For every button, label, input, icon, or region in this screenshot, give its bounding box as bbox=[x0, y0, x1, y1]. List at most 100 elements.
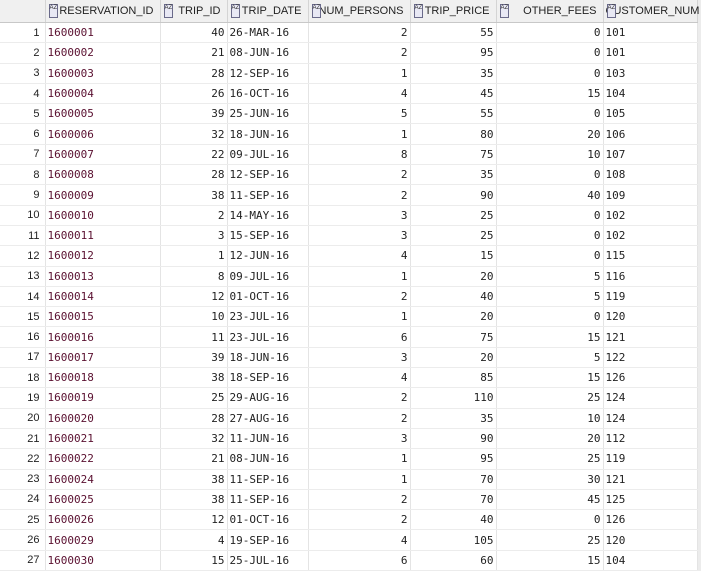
cell-customer-num[interactable]: 102 bbox=[603, 225, 698, 247]
cell-trip-price[interactable]: 40 bbox=[410, 509, 497, 531]
sort-icon[interactable]: AZ bbox=[163, 4, 173, 18]
table-row[interactable]: 12 1600012 1 12-JUN-16 4 15 0 115 bbox=[0, 245, 698, 267]
table-row[interactable]: 24 1600025 38 11-SEP-16 2 70 45 125 bbox=[0, 489, 698, 511]
cell-other-fees[interactable]: 10 bbox=[496, 408, 604, 429]
cell-trip-id[interactable]: 26 bbox=[160, 83, 228, 105]
cell-trip-id[interactable]: 4 bbox=[160, 529, 228, 551]
cell-trip-price[interactable]: 35 bbox=[410, 63, 497, 84]
cell-customer-num[interactable]: 104 bbox=[603, 83, 698, 105]
cell-trip-price[interactable]: 55 bbox=[410, 103, 497, 125]
cell-trip-date[interactable]: 23-JUL-16 bbox=[227, 306, 309, 328]
cell-trip-id[interactable]: 2 bbox=[160, 205, 228, 226]
column-header-num-persons[interactable]: AZ NUM_PERSONS bbox=[308, 0, 411, 23]
cell-reservation-id[interactable]: 1600007 bbox=[45, 144, 161, 166]
cell-customer-num[interactable]: 104 bbox=[603, 550, 698, 571]
table-row[interactable]: 11 1600011 3 15-SEP-16 3 25 0 102 bbox=[0, 225, 698, 247]
cell-trip-id[interactable]: 21 bbox=[160, 448, 228, 470]
cell-other-fees[interactable]: 0 bbox=[496, 205, 604, 226]
cell-customer-num[interactable]: 122 bbox=[603, 347, 698, 369]
cell-reservation-id[interactable]: 1600026 bbox=[45, 509, 161, 531]
sort-icon[interactable]: AZ bbox=[413, 4, 423, 18]
cell-customer-num[interactable]: 102 bbox=[603, 205, 698, 226]
cell-trip-date[interactable]: 11-SEP-16 bbox=[227, 489, 309, 511]
cell-reservation-id[interactable]: 1600020 bbox=[45, 408, 161, 429]
cell-other-fees[interactable]: 0 bbox=[496, 42, 604, 64]
cell-other-fees[interactable]: 15 bbox=[496, 367, 604, 389]
cell-trip-date[interactable]: 01-OCT-16 bbox=[227, 509, 309, 531]
cell-customer-num[interactable]: 107 bbox=[603, 144, 698, 166]
cell-other-fees[interactable]: 15 bbox=[496, 550, 604, 571]
cell-customer-num[interactable]: 116 bbox=[603, 266, 698, 287]
cell-num-persons[interactable]: 1 bbox=[308, 448, 411, 470]
cell-trip-id[interactable]: 38 bbox=[160, 184, 228, 206]
cell-trip-price[interactable]: 90 bbox=[410, 428, 497, 450]
cell-trip-id[interactable]: 32 bbox=[160, 123, 228, 145]
cell-trip-date[interactable]: 12-JUN-16 bbox=[227, 245, 309, 267]
cell-trip-id[interactable]: 38 bbox=[160, 489, 228, 511]
cell-trip-date[interactable]: 12-SEP-16 bbox=[227, 63, 309, 84]
cell-customer-num[interactable]: 124 bbox=[603, 387, 698, 409]
cell-trip-id[interactable]: 10 bbox=[160, 306, 228, 328]
cell-trip-date[interactable]: 18-JUN-16 bbox=[227, 347, 309, 369]
table-row[interactable]: 8 1600008 28 12-SEP-16 2 35 0 108 bbox=[0, 164, 698, 186]
cell-trip-price[interactable]: 40 bbox=[410, 286, 497, 308]
cell-trip-id[interactable]: 39 bbox=[160, 103, 228, 125]
table-row[interactable]: 27 1600030 15 25-JUL-16 6 60 15 104 bbox=[0, 550, 698, 571]
cell-num-persons[interactable]: 2 bbox=[308, 22, 411, 44]
cell-trip-id[interactable]: 3 bbox=[160, 225, 228, 247]
cell-num-persons[interactable]: 3 bbox=[308, 205, 411, 226]
cell-reservation-id[interactable]: 1600015 bbox=[45, 306, 161, 328]
cell-num-persons[interactable]: 2 bbox=[308, 509, 411, 531]
cell-trip-date[interactable]: 18-SEP-16 bbox=[227, 367, 309, 389]
cell-trip-price[interactable]: 105 bbox=[410, 529, 497, 551]
cell-customer-num[interactable]: 121 bbox=[603, 326, 698, 348]
cell-trip-date[interactable]: 09-JUL-16 bbox=[227, 144, 309, 166]
cell-num-persons[interactable]: 2 bbox=[308, 387, 411, 409]
cell-trip-price[interactable]: 20 bbox=[410, 266, 497, 287]
cell-reservation-id[interactable]: 1600011 bbox=[45, 225, 161, 247]
cell-reservation-id[interactable]: 1600014 bbox=[45, 286, 161, 308]
cell-reservation-id[interactable]: 1600017 bbox=[45, 347, 161, 369]
cell-trip-date[interactable]: 25-JUL-16 bbox=[227, 550, 309, 571]
cell-trip-price[interactable]: 60 bbox=[410, 550, 497, 571]
table-row[interactable]: 22 1600022 21 08-JUN-16 1 95 25 119 bbox=[0, 448, 698, 470]
cell-customer-num[interactable]: 126 bbox=[603, 509, 698, 531]
cell-other-fees[interactable]: 5 bbox=[496, 347, 604, 369]
cell-customer-num[interactable]: 109 bbox=[603, 184, 698, 206]
table-row[interactable]: 23 1600024 38 11-SEP-16 1 70 30 121 bbox=[0, 469, 698, 490]
column-header-trip-date[interactable]: AZ TRIP_DATE bbox=[227, 0, 309, 23]
cell-trip-id[interactable]: 11 bbox=[160, 326, 228, 348]
cell-other-fees[interactable]: 0 bbox=[496, 245, 604, 267]
cell-trip-id[interactable]: 8 bbox=[160, 266, 228, 287]
cell-trip-date[interactable]: 01-OCT-16 bbox=[227, 286, 309, 308]
table-row[interactable]: 5 1600005 39 25-JUN-16 5 55 0 105 bbox=[0, 103, 698, 125]
cell-trip-id[interactable]: 12 bbox=[160, 509, 228, 531]
cell-trip-price[interactable]: 20 bbox=[410, 306, 497, 328]
cell-trip-date[interactable]: 15-SEP-16 bbox=[227, 225, 309, 247]
cell-trip-id[interactable]: 15 bbox=[160, 550, 228, 571]
cell-num-persons[interactable]: 1 bbox=[308, 266, 411, 287]
cell-customer-num[interactable]: 120 bbox=[603, 529, 698, 551]
cell-num-persons[interactable]: 4 bbox=[308, 245, 411, 267]
cell-trip-id[interactable]: 28 bbox=[160, 408, 228, 429]
cell-customer-num[interactable]: 112 bbox=[603, 428, 698, 450]
cell-num-persons[interactable]: 2 bbox=[308, 164, 411, 186]
cell-customer-num[interactable]: 105 bbox=[603, 103, 698, 125]
cell-trip-date[interactable]: 11-JUN-16 bbox=[227, 428, 309, 450]
sort-icon[interactable]: AZ bbox=[48, 4, 58, 18]
sort-icon[interactable]: AZ bbox=[606, 4, 616, 18]
cell-num-persons[interactable]: 3 bbox=[308, 225, 411, 247]
cell-other-fees[interactable]: 0 bbox=[496, 225, 604, 247]
cell-trip-price[interactable]: 95 bbox=[410, 448, 497, 470]
cell-trip-date[interactable]: 08-JUN-16 bbox=[227, 42, 309, 64]
cell-reservation-id[interactable]: 1600006 bbox=[45, 123, 161, 145]
table-row[interactable]: 14 1600014 12 01-OCT-16 2 40 5 119 bbox=[0, 286, 698, 308]
cell-customer-num[interactable]: 108 bbox=[603, 164, 698, 186]
cell-num-persons[interactable]: 1 bbox=[308, 123, 411, 145]
cell-num-persons[interactable]: 2 bbox=[308, 408, 411, 429]
cell-other-fees[interactable]: 20 bbox=[496, 123, 604, 145]
cell-trip-id[interactable]: 21 bbox=[160, 42, 228, 64]
cell-trip-price[interactable]: 70 bbox=[410, 469, 497, 490]
cell-trip-price[interactable]: 45 bbox=[410, 83, 497, 105]
table-row[interactable]: 1 1600001 40 26-MAR-16 2 55 0 101 bbox=[0, 22, 698, 44]
